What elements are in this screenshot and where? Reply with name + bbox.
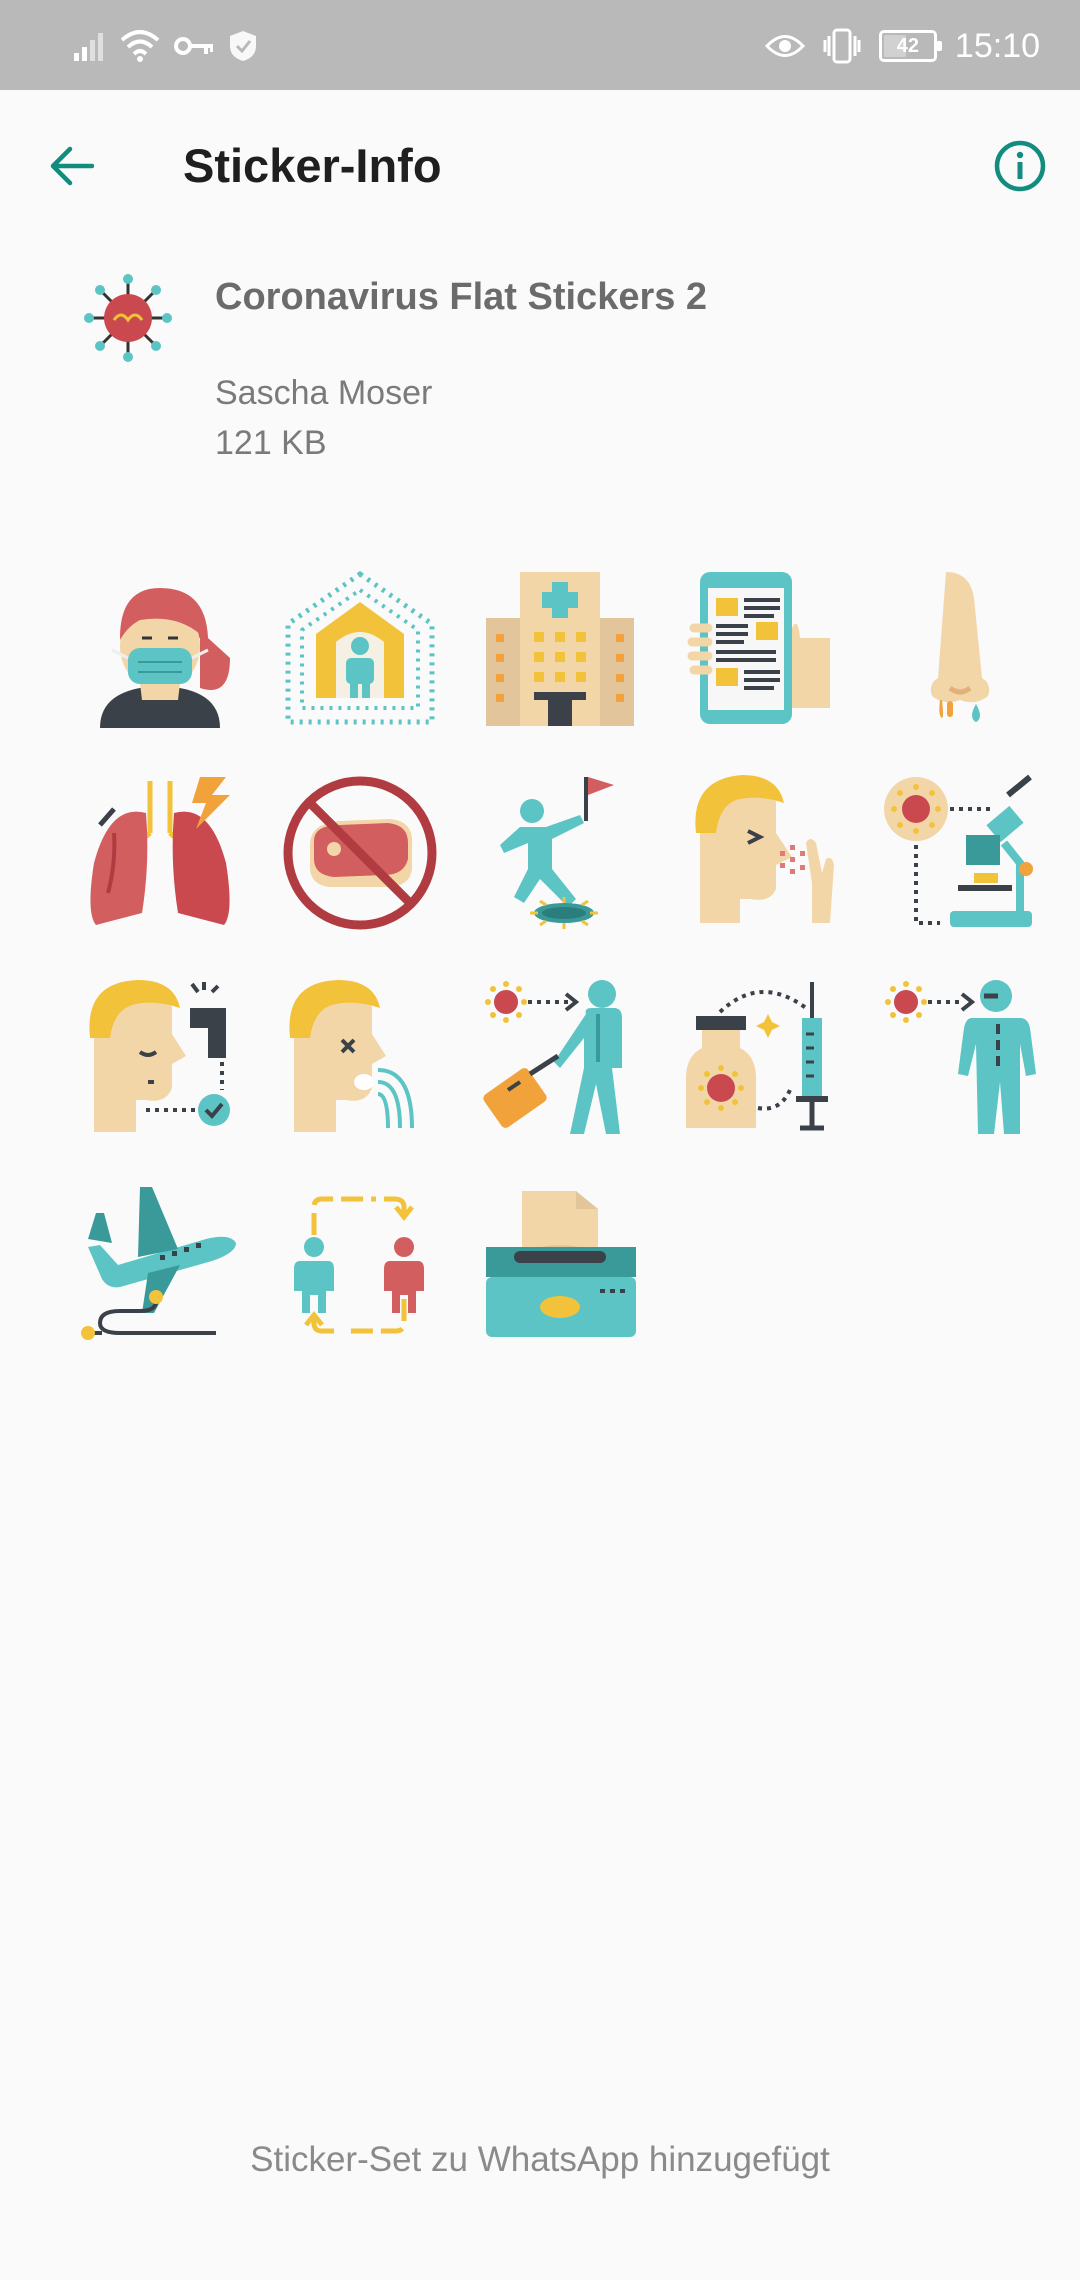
app-bar: Sticker-Info [0,90,1080,236]
traveler-virus-icon [483,979,622,1134]
lungs-icon [90,776,230,925]
person-virus-icon [885,979,1036,1134]
status-icons-left [74,28,258,64]
sticker[interactable] [60,750,260,955]
head-thermometer-icon [89,979,230,1132]
signal-icon [74,33,103,61]
pack-author: Sascha Moser [215,374,433,412]
sticker[interactable] [860,750,1060,955]
flag-virus-icon [500,776,614,929]
sticker[interactable] [260,545,460,750]
microscope-icon [884,774,1033,927]
sticker[interactable] [660,545,860,750]
pack-name: Coronavirus Flat Stickers 2 [215,276,708,318]
sticker[interactable] [460,545,660,750]
status-icons-right: 42 15:10 [764,24,1040,68]
sticker[interactable] [460,750,660,955]
sticker[interactable] [260,1160,460,1365]
no-meat-icon [283,776,437,929]
arrow-left-icon [50,146,94,186]
sticker[interactable] [260,955,460,1160]
sticker[interactable] [260,750,460,955]
battery-icon: 42 [878,30,942,62]
page-title: Sticker-Info [183,139,442,192]
phone-news-icon [687,571,830,724]
sticker[interactable] [860,955,1060,1160]
battery-level: 42 [896,34,920,57]
sticker-grid [60,545,1060,1365]
added-status-text: Sticker-Set zu WhatsApp hinzugefügt [250,2140,830,2179]
sticker[interactable] [460,955,660,1160]
clock: 15:10 [954,26,1040,65]
info-button[interactable] [982,128,1058,204]
woman-mask-icon [100,587,230,728]
sticker[interactable] [860,545,1060,750]
sticker[interactable] [660,955,860,1160]
shield-icon [230,31,256,61]
hospital-icon [486,571,634,726]
eye-icon [764,35,805,57]
sticker-pack-header: Coronavirus Flat Stickers 2 Sascha Moser… [0,260,1080,480]
tissue-box-icon [486,1190,636,1337]
vibrate-icon [823,28,861,64]
person-transmission-icon [294,1196,424,1333]
house-quarantine-icon [285,570,435,724]
head-cough-icon [289,979,414,1132]
vaccine-icon [686,981,828,1130]
sticker[interactable] [460,1160,660,1365]
head-sneeze-icon [695,774,834,923]
airplane-icon [81,1186,236,1340]
nose-icon [930,571,990,722]
sticker[interactable] [60,1160,260,1365]
pack-size: 121 KB [215,424,327,462]
status-bar: 42 15:10 [0,0,1080,90]
back-button[interactable] [36,130,108,202]
sticker[interactable] [60,545,260,750]
virus-icon [84,274,172,362]
sticker[interactable] [60,955,260,1160]
sticker[interactable] [660,750,860,955]
vpn-key-icon [174,37,213,55]
info-icon [994,140,1046,192]
wifi-icon [120,30,160,62]
